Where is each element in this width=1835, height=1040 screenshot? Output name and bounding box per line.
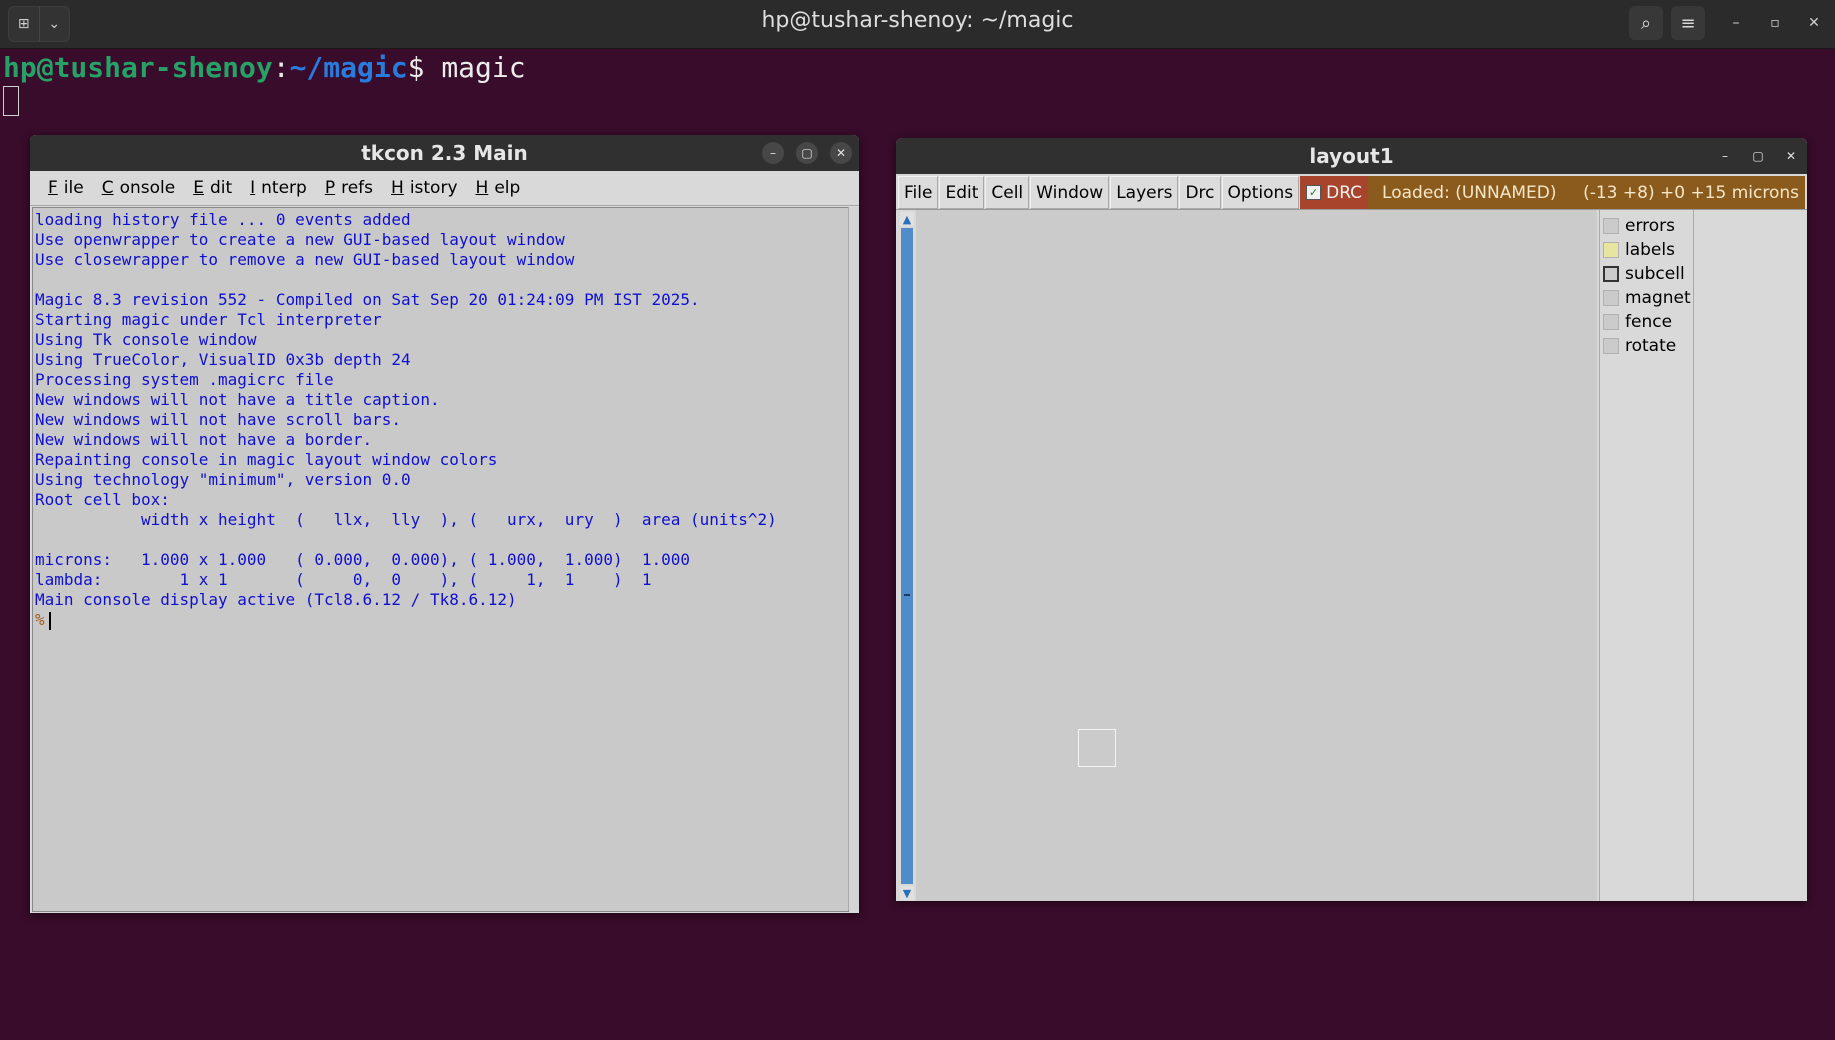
menu-help[interactable]: Help: [464, 178, 527, 198]
menu-file[interactable]: File: [36, 178, 90, 198]
layer-magnet[interactable]: magnet: [1603, 286, 1691, 310]
menu-history[interactable]: History: [379, 178, 464, 198]
cursor-box: [1078, 729, 1116, 767]
console-caret: [48, 611, 51, 630]
tkcon-close-icon[interactable]: ✕: [830, 142, 852, 164]
maximize-icon[interactable]: ▫: [1762, 10, 1788, 36]
tkcon-maximize-icon[interactable]: ▢: [796, 142, 818, 164]
layer-panel: errors labels subcell magnet fence rotat…: [1599, 210, 1692, 901]
arrow-up-icon[interactable]: ▲: [900, 212, 914, 226]
tkcon-titlebar[interactable]: tkcon 2.3 Main – ▢ ✕: [30, 135, 859, 171]
minimize-icon[interactable]: –: [1723, 10, 1749, 36]
layer-rotate[interactable]: rotate: [1603, 334, 1676, 358]
terminal-title: hp@tushar-shenoy: ~/magic: [761, 8, 1074, 33]
terminal-cursor: [3, 86, 19, 116]
prompt-user: hp@tushar-shenoy: [3, 51, 273, 84]
layer-swatch: [1603, 218, 1619, 234]
layer-labels[interactable]: labels: [1603, 238, 1675, 262]
layout-menu-drc[interactable]: Drc: [1179, 176, 1221, 209]
layer-swatch: [1603, 266, 1619, 282]
layout-status-bar: Loaded: (UNNAMED) (-13 +8) +0 +15 micron…: [1368, 176, 1805, 209]
prompt-colon: :: [272, 51, 290, 84]
layout-menu-edit[interactable]: Edit: [939, 176, 985, 209]
layer-fence[interactable]: fence: [1603, 310, 1672, 334]
layer-panel-scrollbar[interactable]: [1693, 210, 1708, 901]
arrow-down-icon[interactable]: ▼: [900, 886, 914, 900]
layout-menubar: File Edit Cell Window Layers Drc Options…: [896, 174, 1807, 210]
tkcon-menubar: File Console Edit Interp Prefs History H…: [30, 171, 859, 206]
drc-label: DRC: [1326, 182, 1363, 203]
drc-toggle[interactable]: ✓ DRC: [1300, 176, 1369, 209]
prompt-path: ~/magic: [289, 51, 408, 84]
layout-menu-layers[interactable]: Layers: [1110, 176, 1179, 209]
menu-prefs[interactable]: Prefs: [313, 178, 379, 198]
hamburger-menu-icon[interactable]: ≡: [1671, 6, 1705, 40]
layout-titlebar[interactable]: layout1 – ▢ ✕: [896, 138, 1807, 174]
layer-swatch: [1603, 314, 1619, 330]
layer-swatch: [1603, 338, 1619, 354]
layout-close-icon[interactable]: ✕: [1780, 145, 1802, 167]
layout-minimize-icon[interactable]: –: [1714, 145, 1736, 167]
layer-swatch: [1603, 290, 1619, 306]
layer-errors[interactable]: errors: [1603, 214, 1675, 238]
tkcon-minimize-icon[interactable]: –: [762, 142, 784, 164]
close-icon[interactable]: ✕: [1801, 10, 1827, 36]
status-loaded: Loaded: (UNNAMED): [1382, 182, 1557, 203]
layout-window: layout1 – ▢ ✕ File Edit Cell Window Laye…: [896, 138, 1807, 901]
console-input-line[interactable]: %: [33, 610, 848, 630]
terminal-header: ⊞ ⌄ hp@tushar-shenoy: ~/magic ⌕ ≡ – ▫ ✕: [0, 0, 1835, 49]
layout-maximize-icon[interactable]: ▢: [1747, 145, 1769, 167]
checkmark-icon: ✓: [1306, 185, 1322, 200]
layout-canvas[interactable]: [916, 210, 1597, 901]
vertical-scroll-thumb[interactable]: [901, 228, 913, 884]
terminal-command: magic: [441, 51, 526, 84]
layout-menu-cell[interactable]: Cell: [985, 176, 1030, 209]
layer-subcell[interactable]: subcell: [1603, 262, 1685, 286]
layout-menu-file[interactable]: File: [898, 176, 939, 209]
menu-edit[interactable]: Edit: [181, 178, 238, 198]
terminal-prompt-line[interactable]: hp@tushar-shenoy:~/magic$ magic: [3, 50, 526, 86]
console-prompt: %: [35, 610, 45, 629]
tkcon-scrollbar[interactable]: [848, 207, 859, 910]
layout-menu-options[interactable]: Options: [1221, 176, 1300, 209]
menu-console[interactable]: Console: [90, 178, 182, 198]
tkcon-window: tkcon 2.3 Main – ▢ ✕ File Console Edit I…: [30, 135, 859, 913]
status-coords: (-13 +8) +0 +15 microns: [1583, 182, 1799, 203]
layout-vertical-scrollbar[interactable]: ▲ ▼: [899, 210, 915, 901]
tkcon-console[interactable]: loading history file ... 0 events added …: [32, 207, 849, 912]
search-icon[interactable]: ⌕: [1629, 6, 1663, 40]
layer-swatch: [1603, 242, 1619, 258]
prompt-symbol: $: [407, 51, 442, 84]
layout-title: layout1: [1309, 144, 1394, 168]
tkcon-title: tkcon 2.3 Main: [361, 141, 528, 165]
console-output: loading history file ... 0 events added …: [35, 210, 777, 609]
menu-interp[interactable]: Interp: [238, 178, 313, 198]
layout-menu-window[interactable]: Window: [1030, 176, 1110, 209]
